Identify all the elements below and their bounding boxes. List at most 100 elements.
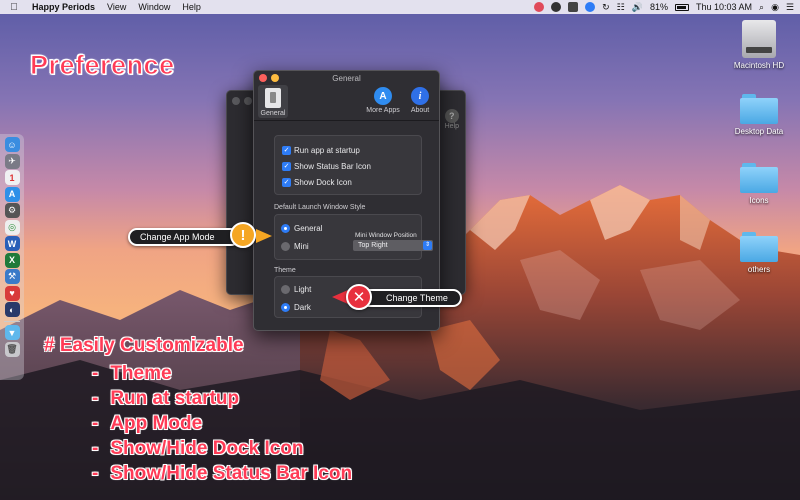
trash-icon[interactable]: 🗑 [4,341,20,357]
run-at-startup-checkbox[interactable]: ✓ [282,145,291,155]
launch-style-box: General Mini Mini Window Position Top Ri… [274,214,433,260]
tab-about[interactable]: i About [405,85,435,114]
notification-center-icon[interactable]: ☰ [786,2,794,13]
app-mode-pointer [256,229,272,243]
tab-general-label: General [260,110,286,117]
shield-status-icon[interactable] [568,2,579,12]
user-status-icon[interactable] [551,2,562,12]
app-menu[interactable]: Happy Periods [32,2,95,12]
launch-general-radio[interactable] [281,223,290,233]
minimize-button[interactable] [271,74,279,82]
folder-icon [740,232,778,262]
desktop-item-label: Macintosh HD [733,61,785,70]
desktop-item-others[interactable]: others [724,232,794,274]
hard-drive-icon [742,20,776,58]
folder-icon [740,94,778,124]
close-button-inactive[interactable] [232,97,240,105]
app-store-icon: A [374,87,392,105]
app-status-icon[interactable] [534,2,545,12]
app-mode-callout: Change App Mode [128,228,240,246]
run-at-startup-row[interactable]: ✓ Run app at startup [282,142,421,158]
app-store-icon[interactable]: A [4,186,20,202]
xcode-icon[interactable]: ⚒ [4,269,20,284]
feature-label: Show/Hide Status Bar Icon [110,463,353,484]
help-icon: ? [444,109,459,123]
show-status-bar-row[interactable]: ✓ Show Status Bar Icon [282,158,421,174]
feature-item: - Run at startup [92,388,240,409]
desktop-item-label: others [747,265,771,274]
info-icon: i [411,87,429,105]
feature-item: - App Mode [92,413,203,434]
launch-mini-radio[interactable] [281,241,290,251]
traffic-lights [259,74,279,82]
battery-percent[interactable]: 81% [650,2,668,12]
tab-more-apps-label: More Apps [366,107,400,114]
timemachine-icon[interactable]: ↻ [602,2,610,13]
tab-general[interactable]: General [258,85,288,118]
excel-icon[interactable]: X [4,252,20,268]
wifi-icon[interactable]: ☷ [617,2,625,13]
theme-label: Theme [274,267,296,274]
mini-position-label: Mini Window Position [355,232,417,239]
tab-more-apps[interactable]: A More Apps [363,85,403,114]
launch-general-label: General [294,223,323,233]
chevron-updown-icon: ⇕ [423,241,432,250]
word-icon[interactable]: W [4,236,20,251]
battery-icon [674,3,689,11]
mini-position-select[interactable]: Top Right ⇕ [353,240,433,251]
general-icon [265,88,281,108]
launch-mini-label: Mini [294,241,309,251]
window-titlebar: General [254,71,439,85]
show-dock-icon-checkbox[interactable]: ✓ [282,177,291,187]
tab-about-label: About [410,107,430,114]
spotlight-icon[interactable]: ⌕ [759,2,764,13]
apple-menu-icon[interactable]:  [6,2,22,13]
launchpad-icon[interactable]: ✈ [4,153,20,169]
launch-style-label: Default Launch Window Style [274,204,366,211]
dock: ☺ ✈ 1 A ⚙ ◎ W X ⚒ ♥ ◐ ▼ 🗑 [0,134,24,380]
periods-app-icon[interactable]: ♥ [4,285,20,301]
settings-icon[interactable]: ⚙ [4,203,20,218]
menu-help[interactable]: Help [182,2,201,12]
desktop-item-label: Icons [749,196,769,205]
folder-icon [740,163,778,193]
volume-icon[interactable]: 🔊 [632,2,643,13]
clock[interactable]: Thu 10:03 AM [696,2,752,12]
siri-icon[interactable]: ◉ [771,2,779,13]
downloads-folder-icon[interactable]: ▼ [4,325,20,340]
sync-status-icon[interactable] [585,2,596,12]
feature-item: - Theme [92,363,172,384]
feature-label: Show/Hide Dock Icon [110,438,304,459]
finder-icon[interactable]: ☺ [4,137,20,152]
close-button[interactable] [259,74,267,82]
show-dock-icon-row[interactable]: ✓ Show Dock Icon [282,174,421,190]
menu-window[interactable]: Window [138,2,170,12]
preference-title: Preference [30,50,175,81]
startup-options-box: ✓ Run app at startup ✓ Show Status Bar I… [274,135,422,195]
feature-item: - Show/Hide Dock Icon [92,438,304,459]
mini-position-value: Top Right [358,242,388,249]
features-list: # Easily Customizable - Theme - Run at sta… [44,335,352,486]
close-x-icon: ✕ [346,284,372,310]
run-at-startup-label: Run app at startup [294,145,360,155]
show-status-bar-checkbox[interactable]: ✓ [282,161,291,171]
feature-item: - Show/Hide Status Bar Icon [92,463,353,484]
theme-dark-radio[interactable] [281,302,290,312]
desktop-item-label: Desktop Data [734,127,784,136]
show-dock-icon-label: Show Dock Icon [294,177,352,187]
theme-light-radio[interactable] [281,284,290,294]
chrome-icon[interactable]: ◎ [4,219,20,235]
menu-view[interactable]: View [107,2,126,12]
desktop-item-icons[interactable]: Icons [724,163,794,205]
help-toolbar-item[interactable]: ? Help [445,109,459,130]
minimize-button-inactive[interactable] [244,97,252,105]
calendar-icon[interactable]: 1 [4,170,20,185]
desktop-item-macintosh-hd[interactable]: Macintosh HD [724,20,794,70]
window-title: General [332,73,361,83]
safari-icon[interactable]: ◐ [4,302,20,317]
theme-callout-text: Change Theme [386,293,448,303]
desktop-item-desktop-data[interactable]: Desktop Data [724,94,794,136]
show-status-bar-label: Show Status Bar Icon [294,161,371,171]
help-label: Help [444,123,459,130]
feature-label: Theme [110,363,172,384]
